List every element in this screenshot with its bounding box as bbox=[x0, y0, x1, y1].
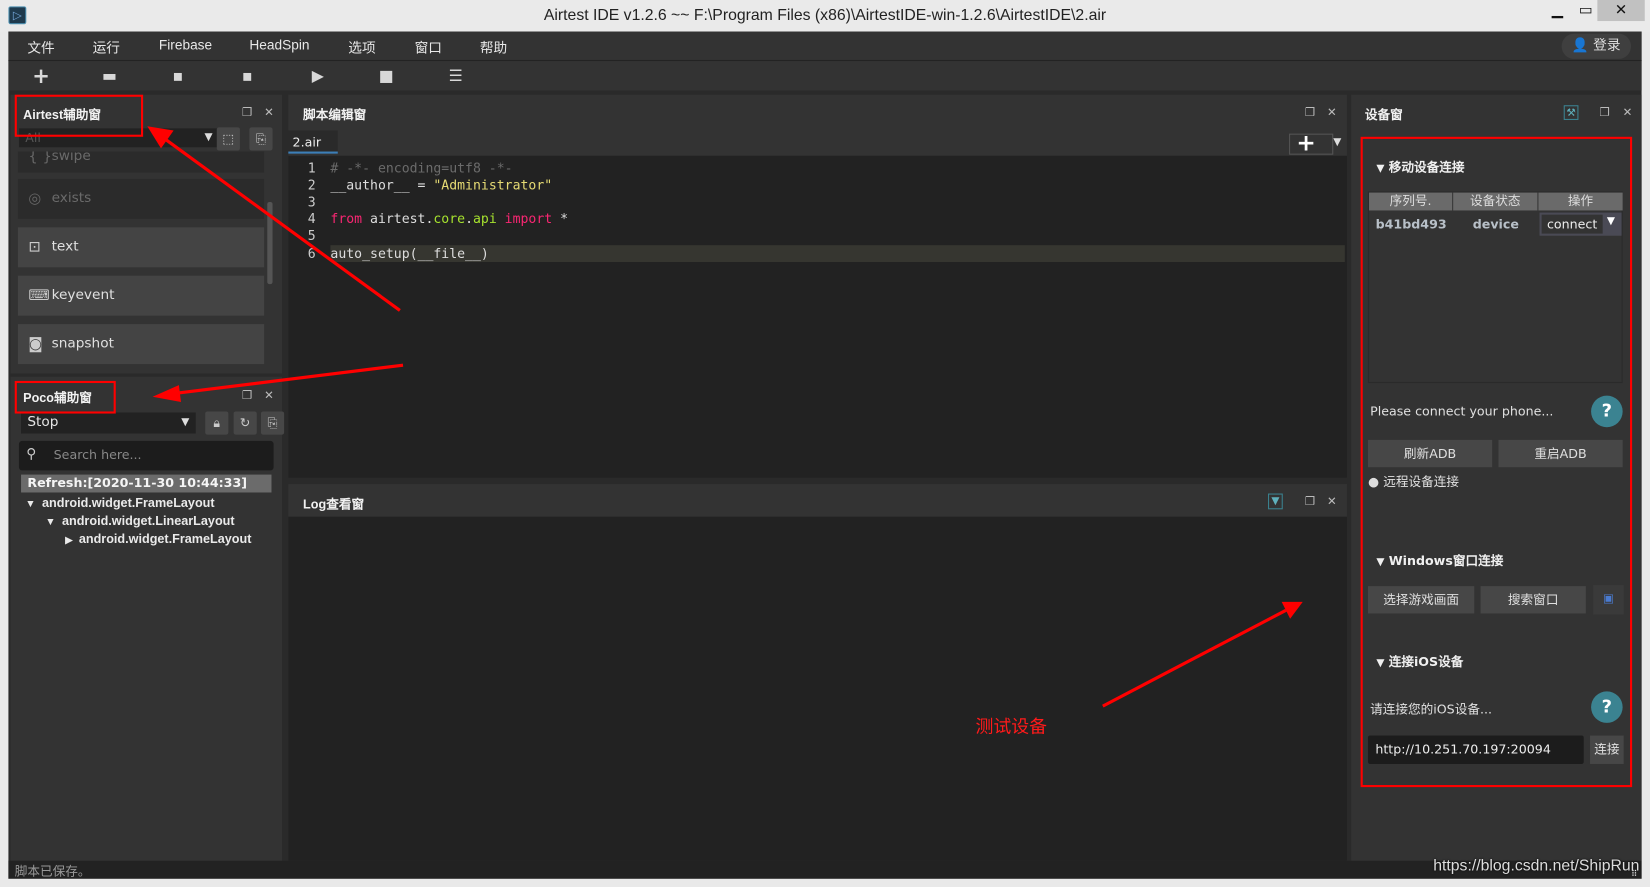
window-title: Airtest IDE v1.2.6 ~~ F:\Program Files (… bbox=[543, 6, 1107, 25]
save-as-icon: ▪ bbox=[241, 66, 253, 86]
status-message: 脚本已保存。 bbox=[14, 863, 91, 879]
close-panel-icon[interactable]: ✕ bbox=[1623, 105, 1633, 119]
log-list-icon: ☰ bbox=[448, 66, 463, 86]
save-as-button[interactable]: ▪ bbox=[234, 61, 261, 90]
code-line: 5 bbox=[307, 227, 316, 244]
poco-mode-select[interactable]: Stop ▼ bbox=[21, 412, 196, 434]
api-item-snapshot[interactable]: ◙ snapshot bbox=[17, 324, 265, 365]
device-panel-title: 设备窗 bbox=[1364, 107, 1403, 123]
menu-window[interactable]: 窗口 bbox=[415, 37, 442, 57]
filter-icon[interactable]: ▼ bbox=[1268, 493, 1283, 510]
code-line: 3 bbox=[307, 193, 316, 210]
close-panel-icon[interactable]: ✕ bbox=[1327, 495, 1337, 509]
log-panel-title: Log查看窗 bbox=[303, 496, 365, 512]
text-icon: ⊡ bbox=[28, 238, 41, 256]
menu-run[interactable]: 运行 bbox=[93, 37, 120, 57]
menu-help[interactable]: 帮助 bbox=[480, 37, 507, 57]
resize-grip-icon[interactable]: ⠿ bbox=[1631, 869, 1637, 878]
login-button[interactable]: 👤 登录 bbox=[1561, 33, 1632, 59]
float-panel-icon[interactable]: ❐ bbox=[1599, 105, 1609, 119]
open-button[interactable]: ▬ bbox=[96, 61, 123, 90]
code-line: 1 # -*- encoding=utf8 -*- bbox=[307, 159, 513, 176]
refresh-icon: ↻ bbox=[239, 415, 251, 431]
poco-record-button[interactable]: ⎘ bbox=[260, 411, 285, 435]
camera-icon: ◙ bbox=[28, 335, 43, 353]
menu-bar: 文件 运行 Firebase HeadSpin 选项 窗口 帮助 👤 登录 bbox=[8, 31, 1642, 62]
plus-icon: + bbox=[32, 63, 50, 89]
search-icon: ⚲ bbox=[26, 446, 37, 462]
airtest-panel-scrollbar[interactable] bbox=[267, 202, 273, 285]
collapsed-arrow-icon: ▶ bbox=[65, 534, 73, 546]
save-icon: ▪ bbox=[172, 66, 184, 86]
menu-firebase[interactable]: Firebase bbox=[159, 37, 212, 53]
swipe-icon: { } bbox=[28, 151, 52, 166]
api-item-text[interactable]: ⊡ text bbox=[17, 227, 265, 268]
close-panel-icon[interactable]: ✕ bbox=[1327, 105, 1337, 119]
annotation-label: 测试设备 bbox=[975, 716, 1048, 738]
status-bar: 脚本已保存。 bbox=[8, 860, 1642, 879]
annotation-box-device bbox=[1360, 136, 1633, 788]
code-line: 2 __author__ = "Administrator" bbox=[307, 176, 553, 193]
tools-icon[interactable]: ⚒ bbox=[1563, 105, 1579, 120]
video-camera-icon: ⎘ bbox=[255, 131, 267, 147]
menu-file[interactable]: 文件 bbox=[27, 37, 54, 57]
chevron-down-icon: ▼ bbox=[204, 131, 213, 144]
log-output[interactable] bbox=[288, 516, 1347, 861]
api-item-swipe[interactable]: { } swipe bbox=[17, 151, 265, 173]
tree-node[interactable]: ▶ android.widget.FrameLayout bbox=[65, 531, 251, 546]
annotation-box-poco bbox=[14, 380, 116, 414]
tab-menu-chevron-icon[interactable]: ▼ bbox=[1333, 137, 1341, 149]
api-item-exists[interactable]: ◎ exists bbox=[17, 178, 265, 219]
close-window-button[interactable]: ✕ bbox=[1597, 0, 1645, 22]
poco-mode-value: Stop bbox=[27, 414, 59, 431]
tree-node[interactable]: ▼ android.widget.FrameLayout bbox=[25, 496, 214, 511]
float-panel-icon[interactable]: ❐ bbox=[1305, 105, 1315, 119]
code-line: 4 from airtest.core.api import * bbox=[307, 210, 569, 227]
poco-search-box[interactable]: ⚲ Search here... bbox=[18, 440, 274, 471]
stop-icon: ■ bbox=[378, 66, 394, 86]
float-panel-icon[interactable]: ❐ bbox=[242, 105, 252, 119]
cursor-frame-icon: ⬚ bbox=[222, 131, 235, 147]
editor-panel-title: 脚本编辑窗 bbox=[303, 107, 367, 123]
folder-open-icon: ▬ bbox=[101, 66, 117, 86]
expanded-arrow-icon: ▼ bbox=[25, 498, 36, 511]
exists-icon: ◎ bbox=[28, 190, 42, 208]
lock-button[interactable]: 🔒︎ bbox=[205, 411, 229, 435]
screen-record-button[interactable]: ⬚ bbox=[216, 127, 240, 151]
close-panel-icon[interactable]: ✕ bbox=[264, 388, 274, 402]
toolbar: + ▬ ▪ ▪ ▶ ■ ☰ bbox=[8, 61, 1642, 91]
float-panel-icon[interactable]: ❐ bbox=[1305, 495, 1315, 509]
expanded-arrow-icon: ▼ bbox=[45, 516, 56, 529]
run-button[interactable]: ▶ bbox=[304, 61, 331, 90]
camera-record-button[interactable]: ⎘ bbox=[249, 127, 273, 151]
chevron-down-icon: ▼ bbox=[181, 416, 190, 429]
save-button[interactable]: ▪ bbox=[164, 61, 191, 90]
menu-options[interactable]: 选项 bbox=[348, 37, 375, 57]
plus-icon: + bbox=[1296, 130, 1316, 157]
search-input[interactable]: Search here... bbox=[54, 447, 142, 462]
log-button[interactable]: ☰ bbox=[442, 61, 469, 90]
float-panel-icon[interactable]: ❐ bbox=[242, 388, 252, 402]
code-line: 6 auto_setup(__file__) bbox=[307, 245, 489, 261]
tab-2-air[interactable]: 2.air ✕ bbox=[288, 130, 338, 173]
watermark: https://blog.csdn.net/ShipRun bbox=[1433, 856, 1640, 875]
airtest-ide-window: ▷ Airtest IDE v1.2.6 ~~ F:\Program Files… bbox=[0, 0, 1650, 887]
keyboard-icon: ⌨ bbox=[28, 287, 50, 305]
refresh-timestamp: Refresh:[2020-11-30 10:44:33] bbox=[21, 474, 272, 493]
user-add-icon: 👤 bbox=[1571, 37, 1589, 54]
stop-button[interactable]: ■ bbox=[373, 61, 400, 90]
menu-headspin[interactable]: HeadSpin bbox=[249, 37, 309, 53]
add-tab-button[interactable]: + bbox=[1289, 132, 1334, 155]
annotation-box-airtest bbox=[14, 94, 144, 137]
close-panel-icon[interactable]: ✕ bbox=[264, 105, 274, 119]
play-icon: ▶ bbox=[311, 66, 324, 86]
refresh-tree-button[interactable]: ↻ bbox=[233, 411, 257, 435]
video-camera-icon: ⎘ bbox=[267, 415, 278, 431]
tree-node[interactable]: ▼ android.widget.LinearLayout bbox=[45, 514, 234, 529]
login-label: 登录 bbox=[1593, 37, 1621, 54]
api-item-keyevent[interactable]: ⌨ keyevent bbox=[17, 275, 265, 316]
lock-icon: 🔒︎ bbox=[213, 415, 221, 431]
new-script-button[interactable]: + bbox=[27, 61, 54, 90]
